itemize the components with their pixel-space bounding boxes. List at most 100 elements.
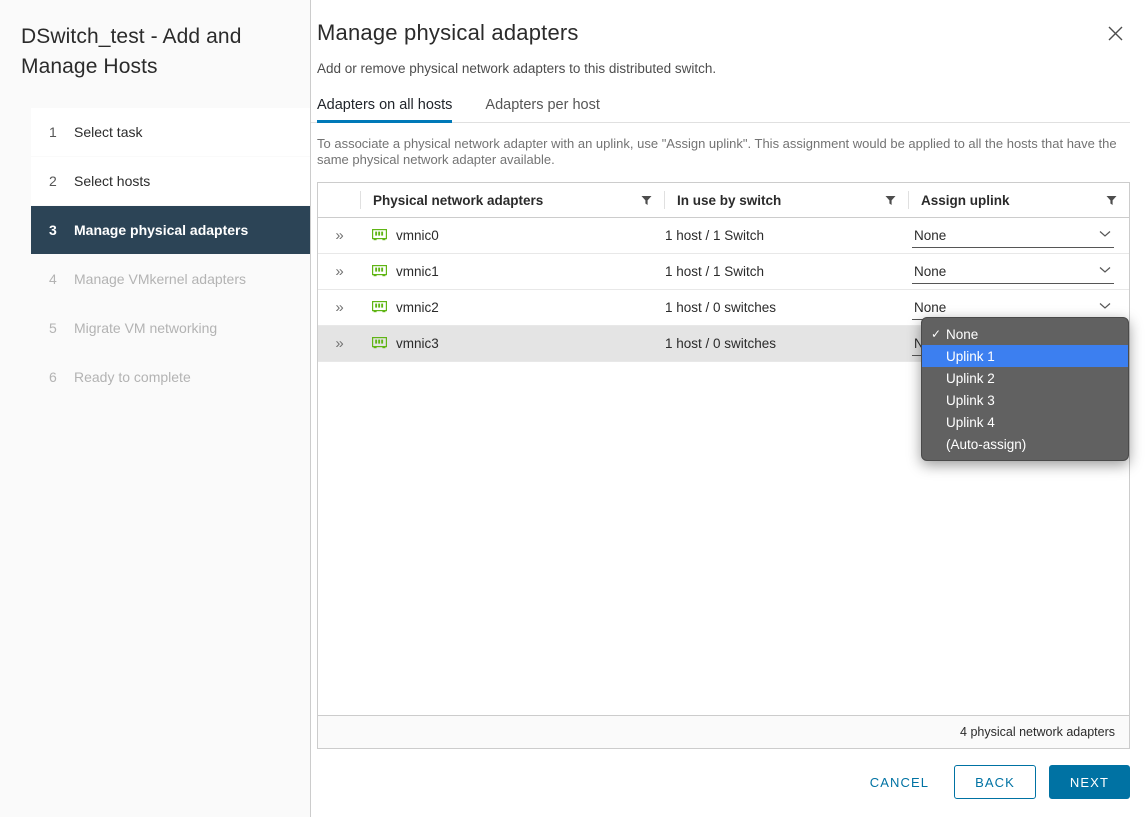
network-adapter-icon [372,228,387,244]
dropdown-option-none[interactable]: ✓ None [922,323,1128,345]
adapter-name: vmnic3 [396,336,439,351]
step-number: 3 [49,222,65,238]
table-row[interactable]: » vmnic1 [318,254,1129,290]
network-adapter-icon [372,264,387,280]
wizard-title: DSwitch_test - Add and Manage Hosts [0,0,310,82]
column-header-in-use-by-switch[interactable]: In use by switch [665,183,908,217]
sidebar-step-migrate-vm-networking[interactable]: 5 Migrate VM networking [31,304,310,353]
wizard-steps: 1 Select task 2 Select hosts 3 Manage ph… [0,108,310,402]
chevron-down-icon [1099,230,1111,241]
assign-uplink-select[interactable]: None [912,259,1114,284]
sidebar-step-manage-physical-adapters[interactable]: 3 Manage physical adapters [31,206,310,255]
step-number: 5 [49,320,65,336]
add-and-manage-hosts-wizard: DSwitch_test - Add and Manage Hosts 1 Se… [0,0,1147,817]
row-adapter-cell: vmnic1 [360,254,663,289]
table-body: » vmnic0 [318,218,1129,715]
table-header-row: Physical network adapters In use by swit… [318,183,1129,218]
step-number: 2 [49,173,65,189]
adapter-name: vmnic0 [396,228,439,243]
step-label: Manage VMkernel adapters [74,271,246,287]
step-label: Migrate VM networking [74,320,217,336]
expand-chevrons-icon[interactable]: » [318,263,360,280]
sidebar-step-select-task[interactable]: 1 Select task [31,108,310,157]
dropdown-option-label: Uplink 3 [945,393,995,408]
row-in-use-cell: 1 host / 1 Switch [663,218,906,253]
row-in-use-cell: 1 host / 1 Switch [663,254,906,289]
assign-uplink-value: None [914,228,946,243]
column-header-physical-network-adapters[interactable]: Physical network adapters [361,183,664,217]
tab-label: Adapters on all hosts [317,97,452,113]
column-header-label: Assign uplink [909,193,1106,208]
back-button[interactable]: BACK [954,765,1036,799]
dropdown-option-auto-assign[interactable]: (Auto-assign) [922,433,1128,455]
adapter-name: vmnic2 [396,300,439,315]
next-button[interactable]: NEXT [1049,765,1130,799]
row-in-use-cell: 1 host / 0 switches [663,326,906,361]
table-footer: 4 physical network adapters [318,715,1129,748]
column-header-label: Physical network adapters [361,193,641,208]
assign-uplink-value: None [914,300,946,315]
physical-adapters-table: Physical network adapters In use by swit… [317,182,1130,749]
table-row[interactable]: » vmnic0 [318,218,1129,254]
column-header-assign-uplink[interactable]: Assign uplink [909,183,1129,217]
dropdown-option-label: (Auto-assign) [945,437,1026,452]
row-uplink-cell: None [906,218,1129,253]
dropdown-option-uplink-3[interactable]: Uplink 3 [922,389,1128,411]
dropdown-option-label: Uplink 1 [945,349,995,364]
row-uplink-cell: None [906,254,1129,289]
dropdown-option-uplink-2[interactable]: Uplink 2 [922,367,1128,389]
assign-uplink-select[interactable]: None [912,223,1114,248]
wizard-footer: CANCEL BACK NEXT [858,765,1130,799]
expand-chevrons-icon[interactable]: » [318,227,360,244]
filter-icon[interactable] [1106,195,1129,206]
page-title: Manage physical adapters [317,18,1130,48]
step-label: Select task [74,124,142,140]
network-adapter-icon [372,300,387,316]
tab-label: Adapters per host [485,97,599,113]
row-adapter-cell: vmnic2 [360,290,663,325]
wizard-sidebar: DSwitch_test - Add and Manage Hosts 1 Se… [0,0,311,817]
adapter-count-label: 4 physical network adapters [960,725,1115,739]
expand-chevrons-icon[interactable]: » [318,335,360,352]
check-icon: ✓ [931,327,945,341]
step-label: Ready to complete [74,369,191,385]
cancel-button[interactable]: CANCEL [858,765,941,799]
sidebar-step-ready-to-complete[interactable]: 6 Ready to complete [31,353,310,402]
step-label: Select hosts [74,173,150,189]
chevron-down-icon [1099,302,1111,313]
row-in-use-cell: 1 host / 0 switches [663,290,906,325]
dropdown-option-label: None [945,327,978,342]
expand-chevrons-icon[interactable]: » [318,299,360,316]
column-header-label: In use by switch [665,193,885,208]
tab-adapters-per-host[interactable]: Adapters per host [485,93,599,122]
panel-subtitle: Add or remove physical network adapters … [311,61,1130,76]
dropdown-option-label: Uplink 2 [945,371,995,386]
tab-bar: Adapters on all hosts Adapters per host [311,93,1130,123]
step-number: 4 [49,271,65,287]
sidebar-step-manage-vmkernel-adapters[interactable]: 4 Manage VMkernel adapters [31,255,310,304]
network-adapter-icon [372,336,387,352]
step-number: 6 [49,369,65,385]
assign-uplink-value: None [914,264,946,279]
dropdown-option-label: Uplink 4 [945,415,995,430]
row-adapter-cell: vmnic3 [360,326,663,361]
dropdown-option-uplink-4[interactable]: Uplink 4 [922,411,1128,433]
assign-uplink-dropdown-menu[interactable]: ✓ None Uplink 1 Uplink 2 Uplink 3 Uplink… [921,317,1129,461]
adapter-name: vmnic1 [396,264,439,279]
row-expand-cell[interactable]: » [318,290,360,325]
chevron-down-icon [1099,266,1111,277]
filter-icon[interactable] [641,195,664,206]
step-label: Manage physical adapters [74,222,248,238]
tab-adapters-on-all-hosts[interactable]: Adapters on all hosts [317,93,452,122]
column-header-expand [318,183,360,217]
assign-uplink-hint: To associate a physical network adapter … [311,136,1130,168]
row-expand-cell[interactable]: » [318,254,360,289]
filter-icon[interactable] [885,195,908,206]
row-adapter-cell: vmnic0 [360,218,663,253]
panel-header: Manage physical adapters [311,0,1130,48]
sidebar-step-select-hosts[interactable]: 2 Select hosts [31,157,310,206]
row-expand-cell[interactable]: » [318,326,360,361]
close-icon[interactable] [1100,18,1130,48]
row-expand-cell[interactable]: » [318,218,360,253]
dropdown-option-uplink-1[interactable]: Uplink 1 [922,345,1128,367]
